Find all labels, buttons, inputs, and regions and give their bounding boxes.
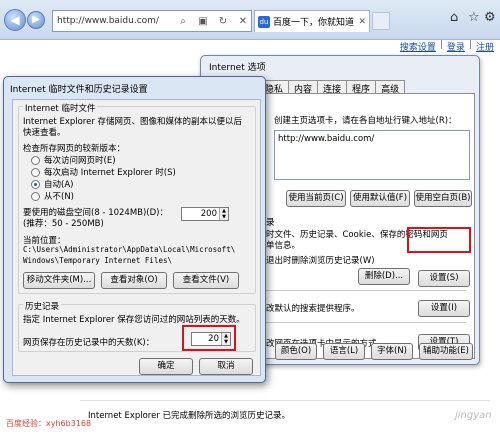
radio-selected-icon[interactable] [31,180,40,189]
languages-button[interactable]: 语言(L) [323,343,365,360]
homepage-hint: 创建主页选项卡，请在各自地址行键入地址(R)： [274,116,457,126]
radio-never[interactable]: 从不(N) [31,190,74,202]
history-desc: 指定 Internet Explorer 保存您访问过的网站列表的天数。 [23,315,245,325]
radio-circle-icon[interactable] [31,168,40,177]
watermark-text: 百度经验：xyh6b3168 [6,419,92,428]
homepage-textarea[interactable]: http://www.baidu.com/ [274,130,470,180]
page-icon: ▣ [198,15,208,27]
search-icon[interactable]: ⌕ [175,16,191,27]
divider [266,322,466,323]
fonts-button[interactable]: 字体(N) [371,343,413,360]
radio-every-visit[interactable]: 每次访问网页时(E) [31,154,116,166]
search-settings-link[interactable]: 搜索设置 [400,40,436,53]
radio-label: 从不(N) [44,192,74,202]
watermark-corner: jingyan [455,410,492,421]
disk-space-value[interactable]: 200 [182,208,219,220]
radio-label: 每次启动 Internet Explorer 时(S) [44,168,176,178]
radio-automatic[interactable]: 自动(A) [31,178,73,190]
settings-button-highlight [407,227,471,253]
refresh-icon[interactable]: ↻ [215,16,231,27]
location-path-1: C:\Users\Administrator\AppData\Local\Mic… [23,245,236,254]
history-group-title: 历史记录 [23,300,62,312]
link-separator: | [439,40,443,50]
favorites-star-icon[interactable]: ☆ [468,10,480,25]
internet-options-title: Internet 选项 [209,63,266,73]
radio-every-start[interactable]: 每次启动 Internet Explorer 时(S) [31,166,176,178]
delete-on-exit-checkbox-label[interactable]: 退出时删除浏览历史记录(W) [266,254,375,266]
search-desc: 改默认的搜索提供程序。 [266,304,360,314]
location-path-2: Windows\Temporary Internet Files\ [23,256,173,265]
tab-close-icon[interactable]: ✕ [358,17,366,27]
baidu-logo-icon: du [258,15,270,28]
status-area: Internet Explorer 已完成删除所选的浏览历史记录。 [80,400,490,428]
address-bar[interactable]: http://www.baidu.com/ ⌕ ▣ ↻ ✕ [52,10,252,32]
disk-space-stepper[interactable]: 200 ▲ ▼ [181,207,229,221]
disk-space-recommend: (推荐：50 - 250MB) [23,219,104,229]
radio-label: 每次访问网页时(E) [44,156,116,166]
use-current-button[interactable]: 使用当前页(C) [286,190,346,207]
close-icon[interactable]: ✕ [235,16,251,27]
login-link[interactable]: 登录 [447,40,465,53]
forward-icon[interactable]: ▶ [27,11,45,29]
ok-button[interactable]: 确定 [139,358,193,375]
temp-group-title: Internet 临时文件 [23,102,98,114]
use-blank-button[interactable]: 使用空白页(B) [414,190,472,207]
history-days-label: 网页保存在历史记录中的天数(K)： [23,338,155,348]
register-link[interactable]: 注册 [476,40,494,53]
move-folder-button[interactable]: 移动文件夹(M)... [23,272,95,289]
new-tab-button[interactable] [372,12,390,30]
temp-dialog-title: Internet 临时文件和历史记录设置 [10,85,148,95]
page-top-links: 搜索设置 | 登录 | 注册 [400,40,494,53]
view-objects-button[interactable]: 查看对象(O) [101,272,167,289]
gear-icon[interactable]: ⚙ [484,10,496,25]
divider [266,290,466,291]
temp-dialog-body: Internet 临时文件 Internet Explorer 存储网页、图像和… [12,99,261,376]
tab-title: 百度一下，你就知道 [273,18,355,28]
spin-arrows-icon[interactable]: ▲ ▼ [219,208,228,220]
history-settings-button[interactable]: 设置(S) [418,270,470,287]
home-icon[interactable]: ⌂ [450,10,458,25]
radio-label: 自动(A) [44,180,74,190]
tab-baidu[interactable]: du 百度一下，你就知道 ✕ [254,10,370,32]
browser-toolbar: ◀ ▶ http://www.baidu.com/ ⌕ ▣ ↻ ✕ du 百度一… [0,0,500,40]
address-url[interactable]: http://www.baidu.com/ [57,16,171,26]
search-settings-button[interactable]: 设置(I) [418,300,470,317]
homepage-url: http://www.baidu.com/ [278,134,375,144]
cancel-button[interactable]: 取消 [199,358,253,375]
radio-circle-icon[interactable] [31,192,40,201]
accessibility-button[interactable]: 辅助功能(E) [419,343,473,360]
temp-files-dialog: Internet 临时文件和历史记录设置 Internet 临时文件 Inter… [3,76,266,383]
history-section-fragment: 录 [266,218,275,228]
view-files-button[interactable]: 查看文件(V) [173,272,239,289]
use-default-button[interactable]: 使用默认值(F) [350,190,410,207]
delete-button[interactable]: 删除(D)... [358,268,410,285]
check-newer-label: 检查所存网页的较新版本： [23,144,126,154]
status-message: Internet Explorer 已完成删除所选的浏览历史记录。 [88,411,291,421]
radio-circle-icon[interactable] [31,156,40,165]
back-icon[interactable]: ◀ [4,9,26,31]
temp-desc-2: 快速查看。 [23,128,66,138]
colors-button[interactable]: 颜色(O) [275,343,317,360]
link-separator: | [468,40,472,50]
history-desc-2: 单信息。 [266,241,301,251]
days-field-highlight [182,325,236,351]
